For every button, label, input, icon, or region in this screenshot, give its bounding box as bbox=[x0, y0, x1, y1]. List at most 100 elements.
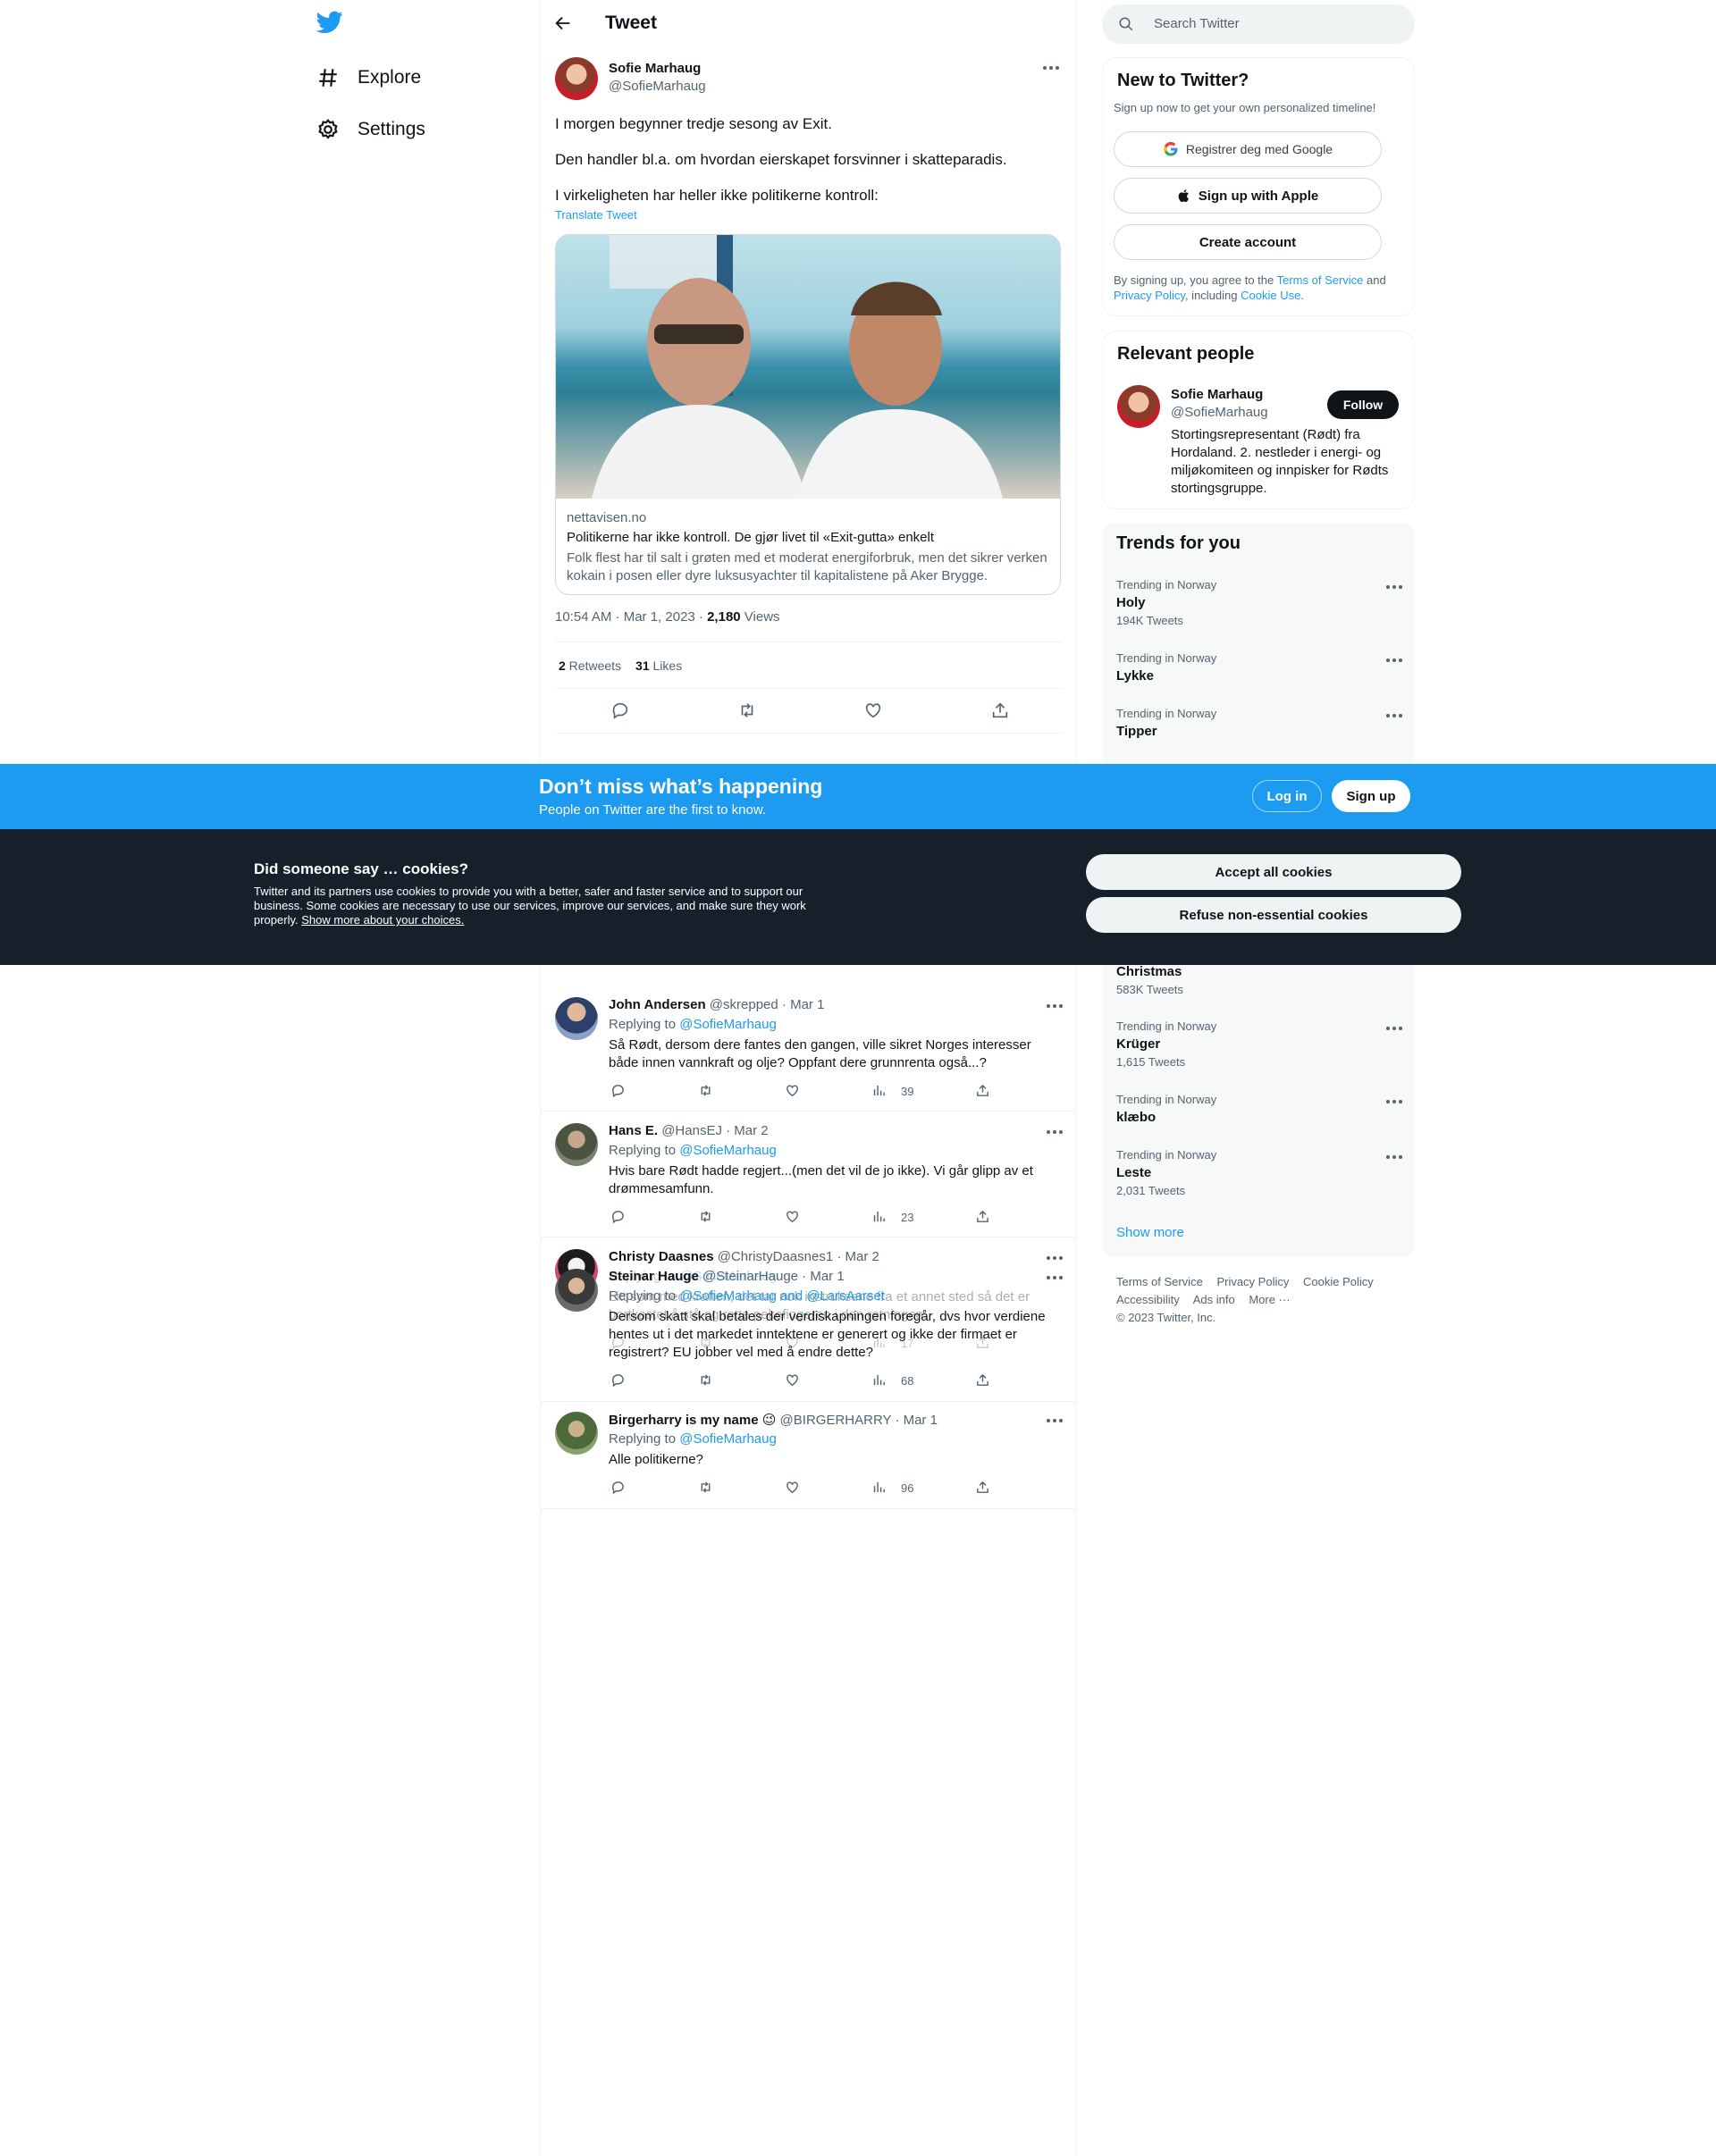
more-options-icon[interactable] bbox=[1047, 1004, 1063, 1008]
like-icon[interactable] bbox=[785, 1372, 800, 1388]
google-signup-button[interactable]: Registrer deg med Google bbox=[1114, 131, 1382, 167]
more-options-icon[interactable] bbox=[1386, 1155, 1402, 1159]
reply-icon[interactable] bbox=[610, 1372, 626, 1388]
divider bbox=[541, 1401, 1077, 1402]
footer-links: Terms of Service Privacy Policy Cookie P… bbox=[1116, 1273, 1402, 1327]
create-account-button[interactable]: Create account bbox=[1114, 224, 1382, 260]
link-card[interactable]: nettavisen.no Politikerne har ikke kontr… bbox=[555, 234, 1061, 595]
avatar[interactable] bbox=[555, 1269, 598, 1312]
footer-ads[interactable]: Ads info bbox=[1193, 1293, 1235, 1306]
retweet-icon[interactable] bbox=[698, 1083, 713, 1098]
more-options-icon[interactable] bbox=[1047, 1419, 1063, 1422]
likes-stat[interactable]: 31 Likes bbox=[635, 659, 682, 673]
more-options-icon[interactable] bbox=[1043, 66, 1059, 70]
reply-icon[interactable] bbox=[610, 1480, 626, 1495]
views-icon[interactable] bbox=[871, 1209, 887, 1224]
trend-item[interactable]: Trending in Norway Krüger 1,615 Tweets bbox=[1116, 1019, 1402, 1069]
more-options-icon[interactable] bbox=[1047, 1276, 1063, 1279]
login-button[interactable]: Log in bbox=[1252, 780, 1322, 812]
nav-settings[interactable]: Settings bbox=[316, 112, 425, 147]
trends-title: Trends for you bbox=[1116, 533, 1241, 553]
share-icon[interactable] bbox=[990, 700, 1010, 720]
reply-icon[interactable] bbox=[610, 1209, 626, 1224]
trend-item[interactable]: Trending in Norway Tipper bbox=[1116, 707, 1402, 739]
reply-author[interactable]: Christy Daasnes @ChristyDaasnes1 · Mar 2 bbox=[609, 1249, 879, 1264]
like-icon[interactable] bbox=[863, 700, 883, 720]
reply-icon[interactable] bbox=[610, 1083, 626, 1098]
cookie-title: Did someone say … cookies? bbox=[254, 860, 468, 877]
relevant-handle[interactable]: @SofieMarhaug bbox=[1171, 405, 1268, 420]
more-options-icon[interactable] bbox=[1047, 1130, 1063, 1134]
reply-author[interactable]: Hans E. @HansEJ · Mar 2 bbox=[609, 1123, 769, 1138]
trend-item[interactable]: Trending in Norway klæbo bbox=[1116, 1093, 1402, 1125]
views-icon[interactable] bbox=[871, 1480, 887, 1495]
share-icon[interactable] bbox=[975, 1480, 990, 1495]
author-name[interactable]: Sofie Marhaug bbox=[609, 61, 701, 76]
reply-author[interactable]: John Andersen @skrepped · Mar 1 bbox=[609, 997, 824, 1012]
cookie-choices-link[interactable]: Show more about your choices. bbox=[301, 913, 464, 927]
reply-author[interactable]: Birgerharry is my name 😉 @BIRGERHARRY · … bbox=[609, 1412, 938, 1428]
follow-button[interactable]: Follow bbox=[1327, 390, 1399, 419]
reply-tweet[interactable]: Steinar Hauge @SteinarHauge · Mar 1 Repl… bbox=[541, 1269, 1077, 1402]
like-icon[interactable] bbox=[785, 1083, 800, 1098]
more-options-icon[interactable] bbox=[1047, 1256, 1063, 1260]
trend-item[interactable]: Trending in Norway Lykke bbox=[1116, 651, 1402, 684]
author-handle[interactable]: @SofieMarhaug bbox=[609, 79, 706, 94]
trend-item[interactable]: Trending in Norway Leste 2,031 Tweets bbox=[1116, 1148, 1402, 1197]
footer-tos[interactable]: Terms of Service bbox=[1116, 1275, 1203, 1288]
avatar[interactable] bbox=[1117, 385, 1160, 428]
footer-accessibility[interactable]: Accessibility bbox=[1116, 1293, 1180, 1306]
avatar[interactable] bbox=[555, 1412, 598, 1455]
show-more-link[interactable]: Show more bbox=[1116, 1225, 1184, 1240]
reply-tweet[interactable]: Birgerharry is my name 😉 @BIRGERHARRY · … bbox=[541, 1412, 1077, 1509]
tweet-time[interactable]: 10:54 AM · Mar 1, 2023 · bbox=[555, 609, 707, 625]
reply-tweet[interactable]: Hans E. @HansEJ · Mar 2 Replying to @Sof… bbox=[541, 1123, 1077, 1237]
footer-more[interactable]: More ··· bbox=[1249, 1293, 1290, 1306]
refuse-cookies-button[interactable]: Refuse non-essential cookies bbox=[1086, 897, 1461, 933]
avatar[interactable] bbox=[555, 57, 598, 100]
divider bbox=[555, 733, 1063, 734]
reply-author[interactable]: Steinar Hauge @SteinarHauge · Mar 1 bbox=[609, 1269, 845, 1284]
tos-link[interactable]: Terms of Service bbox=[1277, 273, 1364, 287]
tweet-text-line-1: I morgen begynner tredje sesong av Exit. bbox=[555, 115, 832, 132]
avatar[interactable] bbox=[555, 997, 598, 1040]
reply-tweet[interactable]: John Andersen @skrepped · Mar 1 Replying… bbox=[541, 997, 1077, 1112]
trend-item[interactable]: Christmas 583K Tweets bbox=[1116, 961, 1402, 996]
page-header: Tweet bbox=[541, 0, 1077, 47]
retweet-icon[interactable] bbox=[737, 700, 757, 720]
back-arrow-icon[interactable] bbox=[553, 13, 573, 33]
retweets-stat[interactable]: 2 Retweets bbox=[559, 659, 621, 673]
views-icon[interactable] bbox=[871, 1083, 887, 1098]
share-icon[interactable] bbox=[975, 1372, 990, 1388]
translate-tweet-link[interactable]: Translate Tweet bbox=[555, 208, 637, 222]
relevant-name[interactable]: Sofie Marhaug bbox=[1171, 387, 1263, 402]
views-icon[interactable] bbox=[871, 1372, 887, 1388]
search-bar[interactable]: Search Twitter bbox=[1102, 4, 1415, 44]
retweet-icon[interactable] bbox=[698, 1372, 713, 1388]
cookie-use-link[interactable]: Cookie Use bbox=[1241, 289, 1300, 302]
signup-button[interactable]: Sign up bbox=[1332, 780, 1410, 812]
like-icon[interactable] bbox=[785, 1480, 800, 1495]
trend-item[interactable]: Trending in Norway Holy 194K Tweets bbox=[1116, 578, 1402, 627]
footer-privacy[interactable]: Privacy Policy bbox=[1216, 1275, 1289, 1288]
nav-explore[interactable]: Explore bbox=[316, 60, 421, 96]
reply-icon[interactable] bbox=[610, 700, 630, 720]
share-icon[interactable] bbox=[975, 1083, 990, 1098]
signup-legal: By signing up, you agree to the Terms of… bbox=[1114, 273, 1386, 302]
more-options-icon[interactable] bbox=[1386, 1100, 1402, 1103]
more-options-icon[interactable] bbox=[1386, 714, 1402, 717]
more-options-icon[interactable] bbox=[1386, 659, 1402, 662]
avatar[interactable] bbox=[555, 1123, 598, 1166]
accept-cookies-button[interactable]: Accept all cookies bbox=[1086, 854, 1461, 890]
more-options-icon[interactable] bbox=[1386, 585, 1402, 589]
like-icon[interactable] bbox=[785, 1209, 800, 1224]
twitter-logo-icon[interactable] bbox=[316, 11, 343, 34]
share-icon[interactable] bbox=[975, 1209, 990, 1224]
views-label: Views bbox=[740, 609, 780, 625]
retweet-icon[interactable] bbox=[698, 1480, 713, 1495]
privacy-link[interactable]: Privacy Policy bbox=[1114, 289, 1185, 302]
retweet-icon[interactable] bbox=[698, 1209, 713, 1224]
more-options-icon[interactable] bbox=[1386, 1027, 1402, 1030]
apple-signup-button[interactable]: Sign up with Apple bbox=[1114, 178, 1382, 214]
footer-cookie[interactable]: Cookie Policy bbox=[1303, 1275, 1374, 1288]
